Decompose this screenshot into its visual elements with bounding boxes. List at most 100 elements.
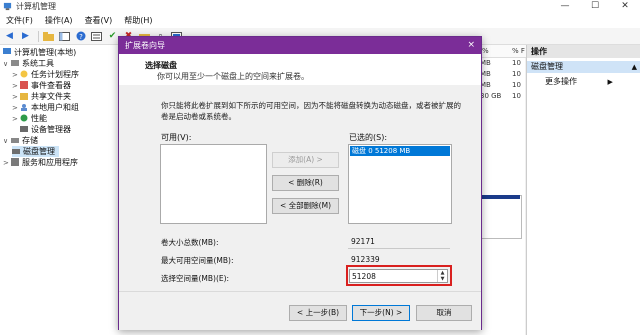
menu-action[interactable]: 操作(A) bbox=[39, 13, 79, 28]
close-icon[interactable]: × bbox=[467, 37, 475, 54]
chevron-down-icon[interactable]: ∨ bbox=[3, 59, 11, 70]
storage-icon bbox=[11, 138, 19, 143]
forward-icon[interactable]: ▶ bbox=[19, 30, 32, 42]
minimize-button[interactable]: — bbox=[550, 0, 580, 13]
back-button[interactable]: < 上一步(B) bbox=[289, 305, 347, 321]
selected-label: 已选的(S): bbox=[349, 133, 388, 142]
partition-block[interactable] bbox=[480, 195, 522, 239]
actions-disk-management[interactable]: 磁盘管理 ▲ bbox=[527, 61, 640, 73]
dialog-title-bar: 扩展卷向导 × bbox=[119, 37, 481, 54]
actions-selected-label: 磁盘管理 bbox=[531, 62, 563, 71]
maximize-button[interactable]: ☐ bbox=[580, 0, 610, 13]
size-cell: 30 GB bbox=[480, 92, 502, 100]
wizard-footer: < 上一步(B) 下一步(N) > 取消 bbox=[119, 291, 481, 330]
wizard-body: 你只能将此卷扩展到如下所示的可用空间，因为不能将磁盘转换为动态磁盘，或者被扩展的… bbox=[119, 85, 481, 291]
svg-text:?: ? bbox=[79, 33, 83, 41]
console-tree-icon[interactable] bbox=[58, 30, 71, 42]
select-space-label: 选择空间量(MB)(E): bbox=[161, 274, 230, 283]
tree-label: 本地用户和组 bbox=[31, 103, 79, 112]
wizard-heading: 选择磁盘 bbox=[145, 61, 177, 70]
menu-help[interactable]: 帮助(H) bbox=[118, 13, 158, 28]
tree-label: 存储 bbox=[22, 136, 38, 145]
highlight-box bbox=[346, 265, 452, 286]
menu-view[interactable]: 查看(V) bbox=[79, 13, 119, 28]
chevron-right-icon[interactable]: > bbox=[12, 114, 20, 125]
tree-label: 设备管理器 bbox=[31, 125, 71, 134]
size-cell: MB bbox=[480, 70, 491, 78]
close-window-button[interactable]: ✕ bbox=[610, 0, 640, 13]
next-button[interactable]: 下一步(N) > bbox=[352, 305, 410, 321]
remove-all-button[interactable]: < 全部删除(M) bbox=[272, 198, 339, 214]
dialog-title: 扩展卷向导 bbox=[125, 41, 165, 50]
cancel-button[interactable]: 取消 bbox=[416, 305, 472, 321]
menu-file[interactable]: 文件(F) bbox=[0, 13, 39, 28]
remove-button[interactable]: < 删除(R) bbox=[272, 175, 339, 191]
wizard-subheading: 你可以用至少一个磁盘上的空间来扩展卷。 bbox=[157, 72, 309, 81]
properties-icon[interactable] bbox=[90, 30, 103, 42]
pct-cell: 10 bbox=[512, 81, 521, 89]
max-space-value: 912339 bbox=[351, 255, 380, 264]
wizard-description: 你只能将此卷扩展到如下所示的可用空间，因为不能将磁盘转换为动态磁盘，或者被扩展的… bbox=[161, 101, 461, 121]
pct-cell: 10 bbox=[512, 59, 521, 67]
tools-icon bbox=[11, 60, 19, 66]
back-icon[interactable]: ◀ bbox=[3, 30, 16, 42]
actions-header: 操作 bbox=[527, 45, 640, 58]
total-size-underline bbox=[348, 248, 450, 249]
console-tree: 计算机管理(本地) ∨ 系统工具 > 任务计划程序 > 事件查看器 > 共享文件夹 > 本… bbox=[0, 45, 119, 335]
tree-label: 事件查看器 bbox=[31, 81, 71, 90]
folder-icon[interactable] bbox=[42, 30, 55, 42]
tree-label: 任务计划程序 bbox=[31, 70, 79, 79]
more-actions-label: 更多操作 bbox=[545, 77, 577, 86]
volume-list-header: % % F bbox=[478, 45, 526, 58]
tree-label: 系统工具 bbox=[22, 59, 54, 68]
disk-icon bbox=[12, 149, 20, 154]
tree-item-root[interactable]: 计算机管理(本地) bbox=[3, 47, 76, 58]
add-button[interactable]: 添加(A) > bbox=[272, 152, 339, 168]
extend-volume-wizard: 扩展卷向导 × 选择磁盘 你可以用至少一个磁盘上的空间来扩展卷。 你只能将此卷扩… bbox=[118, 36, 482, 330]
tree-label: 计算机管理(本地) bbox=[14, 48, 77, 57]
clock-icon bbox=[20, 70, 28, 78]
tree-item-services[interactable]: > 服务和应用程序 bbox=[3, 157, 78, 169]
event-icon bbox=[20, 81, 28, 89]
window-title-bar: 计算机管理 — ☐ ✕ bbox=[0, 0, 640, 13]
chevron-down-icon[interactable]: ∨ bbox=[3, 136, 11, 147]
selected-disk-item[interactable]: 磁盘 0 51208 MB bbox=[350, 146, 450, 156]
window-title: 计算机管理 bbox=[16, 2, 56, 11]
max-space-label: 最大可用空间量(MB): bbox=[161, 256, 234, 265]
volume-list-size-col: MB MB MB 30 GB bbox=[480, 58, 501, 102]
total-size-label: 卷大小总数(MB): bbox=[161, 238, 219, 247]
window-controls: — ☐ ✕ bbox=[550, 0, 640, 13]
pct-cell: 10 bbox=[512, 92, 521, 100]
partition-bar bbox=[480, 195, 520, 199]
tree-label: 磁盘管理 bbox=[23, 147, 55, 156]
pct-cell: 10 bbox=[512, 70, 521, 78]
collapse-up-icon[interactable]: ▲ bbox=[632, 61, 637, 73]
tree-label: 性能 bbox=[31, 114, 47, 123]
performance-icon bbox=[20, 114, 28, 122]
wizard-header: 选择磁盘 你可以用至少一个磁盘上的空间来扩展卷。 bbox=[119, 54, 481, 86]
col-free[interactable]: % bbox=[482, 45, 489, 57]
col-percent-free[interactable]: % F bbox=[512, 45, 525, 57]
volume-list-pct-col: 10 10 10 10 bbox=[512, 58, 521, 102]
more-actions[interactable]: 更多操作 ▶ bbox=[545, 76, 613, 88]
chevron-right-icon[interactable]: > bbox=[3, 158, 11, 169]
tree-label: 共享文件夹 bbox=[31, 92, 71, 101]
users-icon bbox=[21, 104, 27, 111]
size-cell: MB bbox=[480, 81, 491, 89]
device-icon bbox=[20, 126, 28, 132]
size-cell: MB bbox=[480, 59, 491, 67]
tree-item-disk-management[interactable]: 磁盘管理 bbox=[12, 146, 59, 157]
toolbar-separator bbox=[38, 30, 39, 42]
help-icon[interactable]: ? bbox=[74, 30, 87, 42]
actions-pane: 操作 磁盘管理 ▲ 更多操作 ▶ bbox=[526, 45, 640, 335]
folder-icon bbox=[20, 93, 28, 100]
services-icon bbox=[11, 158, 19, 166]
available-disks-list[interactable] bbox=[160, 144, 267, 224]
tree-item-device-manager[interactable]: 设备管理器 bbox=[20, 124, 71, 135]
selected-disks-list[interactable]: 磁盘 0 51208 MB bbox=[348, 144, 452, 224]
chevron-right-icon[interactable]: ▶ bbox=[608, 78, 613, 86]
computer-management-icon bbox=[3, 2, 12, 11]
tree-label: 服务和应用程序 bbox=[22, 158, 78, 167]
computer-icon bbox=[3, 48, 11, 54]
total-size-value: 92171 bbox=[351, 237, 375, 246]
